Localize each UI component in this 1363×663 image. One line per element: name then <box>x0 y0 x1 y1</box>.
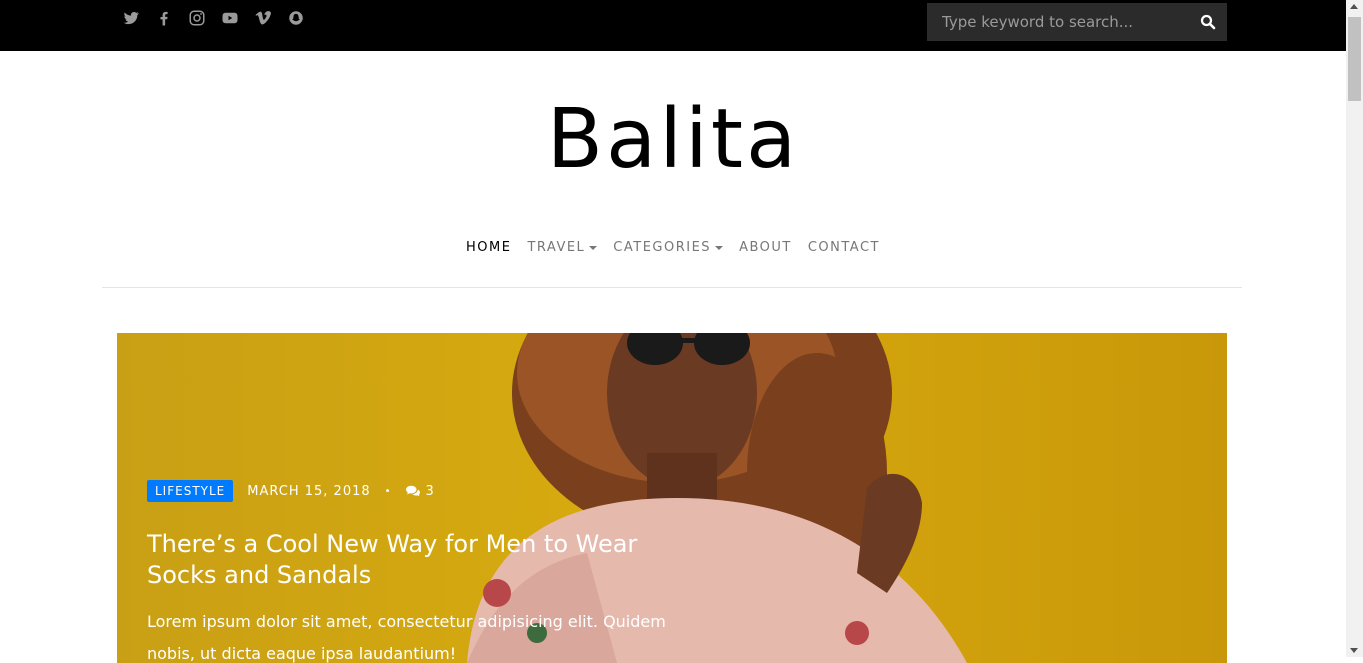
facebook-icon[interactable] <box>153 7 174 28</box>
post-title[interactable]: There’s a Cool New Way for Men to Wear S… <box>147 529 667 591</box>
youtube-icon[interactable] <box>219 7 240 28</box>
main-nav: HOME TRAVEL CATEGORIES ABOUT CONTACT <box>0 240 1346 255</box>
comment-count[interactable]: 3 <box>405 483 435 499</box>
nav-contact[interactable]: CONTACT <box>808 240 880 255</box>
search-input[interactable] <box>927 3 1187 41</box>
nav-categories-label: CATEGORIES <box>613 240 712 255</box>
post-meta: LIFESTYLE MARCH 15, 2018 • 3 <box>147 480 435 502</box>
chevron-down-icon <box>715 245 724 250</box>
nav-travel[interactable]: TRAVEL <box>527 240 598 255</box>
scroll-up-icon[interactable] <box>1350 4 1358 9</box>
featured-post[interactable]: LIFESTYLE MARCH 15, 2018 • 3 There’s a C… <box>117 333 1227 663</box>
post-excerpt: Lorem ipsum dolor sit amet, consectetur … <box>147 612 666 663</box>
site-logo[interactable]: Balita <box>0 92 1346 187</box>
post-date: MARCH 15, 2018 <box>247 483 371 499</box>
comments-icon <box>405 485 420 497</box>
social-links <box>120 7 306 28</box>
snapchat-icon[interactable] <box>285 7 306 28</box>
page-scrollbar[interactable] <box>1346 0 1363 657</box>
scrollbar-thumb[interactable] <box>1348 17 1361 101</box>
search-form <box>927 3 1227 41</box>
nav-travel-label: TRAVEL <box>527 240 586 255</box>
category-badge[interactable]: LIFESTYLE <box>147 480 234 502</box>
top-bar <box>0 0 1346 51</box>
vimeo-icon[interactable] <box>252 7 273 28</box>
nav-about[interactable]: ABOUT <box>739 240 792 255</box>
meta-separator: • <box>384 485 392 497</box>
chevron-down-icon <box>589 245 598 250</box>
comment-count-value: 3 <box>425 483 435 499</box>
header-divider <box>102 287 1242 288</box>
twitter-icon[interactable] <box>120 7 141 28</box>
search-icon[interactable] <box>1199 13 1217 31</box>
instagram-icon[interactable] <box>186 7 207 28</box>
scroll-down-icon[interactable] <box>1350 648 1358 653</box>
nav-home[interactable]: HOME <box>466 240 511 255</box>
nav-categories[interactable]: CATEGORIES <box>613 240 724 255</box>
